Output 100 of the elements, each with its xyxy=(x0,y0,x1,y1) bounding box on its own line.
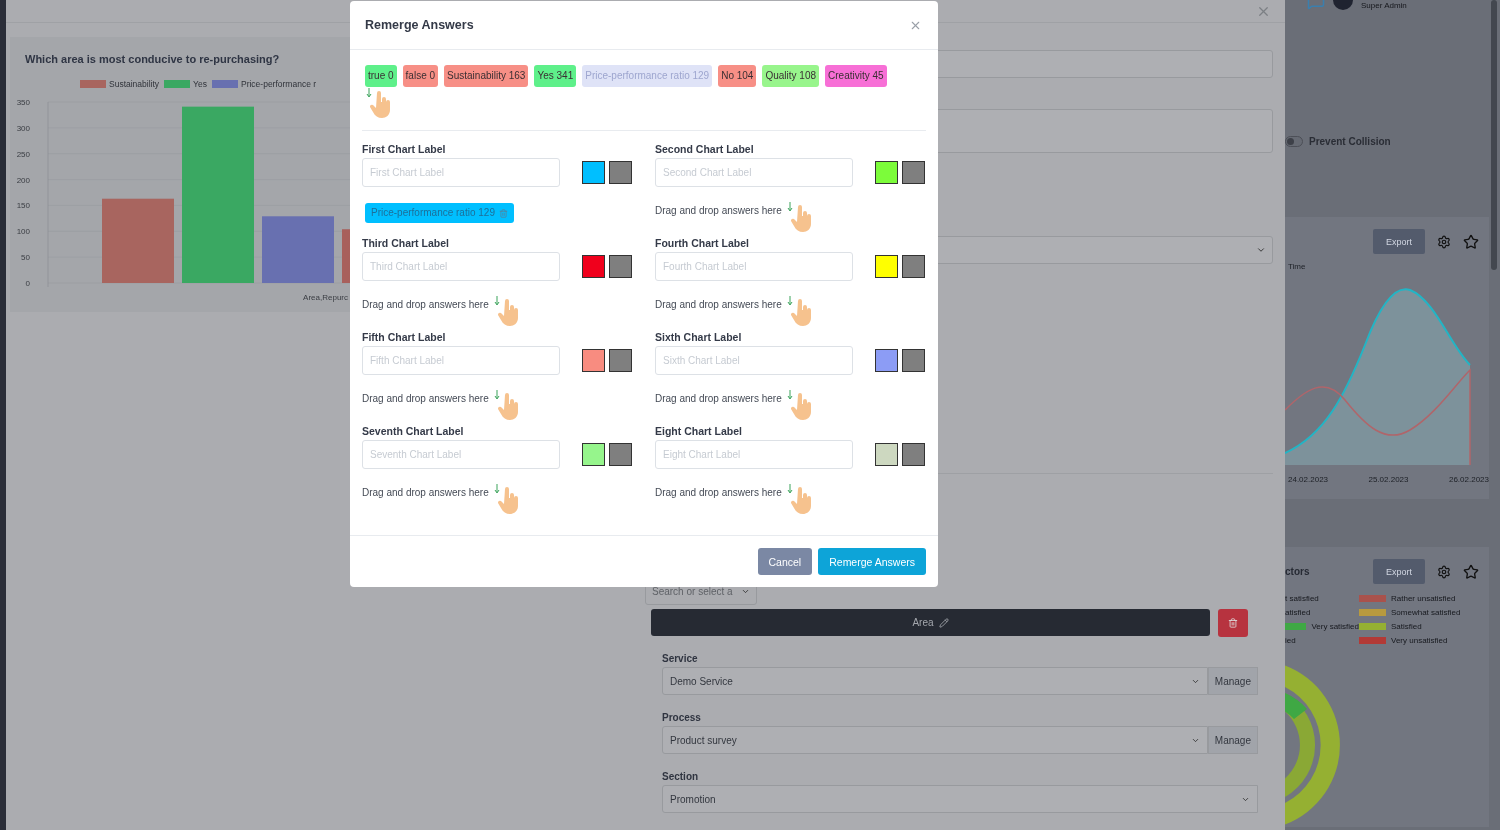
color-swatch[interactable] xyxy=(609,349,632,372)
legend-label: Very satisfied xyxy=(1311,622,1359,631)
color-swatch[interactable] xyxy=(582,349,605,372)
color-swatch[interactable] xyxy=(582,255,605,278)
axis-tick: 100 xyxy=(16,227,30,237)
select-field[interactable]: Promotion xyxy=(662,785,1258,813)
star-icon[interactable] xyxy=(1463,563,1479,580)
axis-tick: 350 xyxy=(16,98,30,107)
color-swatch[interactable] xyxy=(875,443,898,466)
chart-label-title: Eight Chart Label xyxy=(655,425,743,437)
card-title: ctors xyxy=(1285,566,1311,577)
drop-hint: Drag and drop answers here xyxy=(655,487,782,498)
answer-chip[interactable]: Creativity 45 xyxy=(825,65,887,87)
legend-label: Very unsatisfied xyxy=(1391,636,1448,645)
legend-label: Rather unsatisfied xyxy=(1391,594,1456,603)
legend-label: Yes xyxy=(193,79,207,89)
label-input[interactable]: Third Chart Label xyxy=(362,252,560,281)
drop-hint: Drag and drop answers here xyxy=(655,393,782,404)
axis-tick: 300 xyxy=(16,123,30,133)
legend-label: atisfied xyxy=(1285,608,1311,617)
trash-icon[interactable] xyxy=(498,208,508,218)
select-value: Demo Service xyxy=(670,675,733,687)
field-label: Section xyxy=(662,771,700,782)
star-icon[interactable] xyxy=(1463,233,1479,250)
color-swatch[interactable] xyxy=(902,255,925,278)
select-field[interactable]: Demo Service xyxy=(662,667,1208,695)
color-swatch[interactable] xyxy=(609,443,632,466)
legend-label: Satisfied xyxy=(1391,622,1422,631)
color-swatch[interactable] xyxy=(609,161,632,184)
answer-chip[interactable]: No 104 xyxy=(718,65,757,87)
scrollbar[interactable] xyxy=(1491,0,1497,270)
chart-label-title: Sixth Chart Label xyxy=(655,331,743,343)
user-role: Super Admin xyxy=(1361,1,1407,10)
drop-hint: Drag and drop answers here xyxy=(655,299,782,310)
chart-label-title: Seventh Chart Label xyxy=(362,425,465,437)
field-label: Service xyxy=(662,653,699,664)
answer-chip[interactable]: Yes 341 xyxy=(534,65,577,87)
date-label: 26.02.2023 xyxy=(1448,475,1489,484)
select-value: Product survey xyxy=(670,734,737,746)
answer-chip[interactable]: Sustainability 163 xyxy=(444,65,529,87)
color-swatch[interactable] xyxy=(582,443,605,466)
field-label: Process xyxy=(662,712,702,723)
caret-icon xyxy=(1256,245,1266,255)
manage-button[interactable]: Manage xyxy=(1207,726,1258,754)
trash-icon xyxy=(1228,618,1238,628)
drop-hint: Drag and drop answers here xyxy=(362,393,489,404)
answer-chip[interactable]: Quality 108 xyxy=(762,65,819,87)
dialog-title: Remerge Answers xyxy=(365,18,474,32)
select-field[interactable]: Product survey xyxy=(662,726,1208,754)
export-button[interactable]: Export xyxy=(1373,229,1425,254)
color-swatch[interactable] xyxy=(875,255,898,278)
color-swatch[interactable] xyxy=(582,161,605,184)
chart-title: Which area is most conducive to re-purchasing? xyxy=(24,52,281,67)
manage-button[interactable]: Manage xyxy=(1207,667,1258,695)
area-label: Area xyxy=(912,617,934,628)
axis-label: Time xyxy=(1287,261,1307,273)
color-swatch[interactable] xyxy=(875,349,898,372)
label-input[interactable]: Sixth Chart Label xyxy=(655,346,853,375)
color-swatch[interactable] xyxy=(902,161,925,184)
select-value: Promotion xyxy=(670,793,716,805)
chart-label-title: First Chart Label xyxy=(362,143,447,155)
axis-tick: 50 xyxy=(21,253,30,263)
answer-chip[interactable]: true 0 xyxy=(365,65,397,87)
axis-tick: 150 xyxy=(16,201,30,211)
export-button[interactable]: Export xyxy=(1373,559,1425,584)
drop-hint: Drag and drop answers here xyxy=(362,487,489,498)
label-input[interactable]: Second Chart Label xyxy=(655,158,853,187)
axis-tick: 0 xyxy=(25,279,30,288)
delete-button[interactable] xyxy=(1218,609,1248,637)
legend-label: t satisfied xyxy=(1285,594,1319,603)
toggle-switch[interactable] xyxy=(1285,136,1303,147)
chart-label-title: Fourth Chart Label xyxy=(655,237,750,249)
drop-hint: Drag and drop answers here xyxy=(655,205,782,216)
cancel-button[interactable]: Cancel xyxy=(757,548,813,575)
color-swatch[interactable] xyxy=(902,349,925,372)
toggle-label: Prevent Collision xyxy=(1309,136,1391,147)
label-input[interactable]: Eight Chart Label xyxy=(655,440,853,469)
axis-tick: 200 xyxy=(16,175,30,185)
color-swatch[interactable] xyxy=(902,443,925,466)
date-label: 25.02.2023 xyxy=(1368,475,1409,484)
label-input[interactable]: Fourth Chart Label xyxy=(655,252,853,281)
color-swatch[interactable] xyxy=(609,255,632,278)
settings-icon[interactable] xyxy=(1437,564,1451,579)
settings-icon[interactable] xyxy=(1437,234,1451,249)
pencil-icon xyxy=(938,617,949,628)
axis-tick: 250 xyxy=(16,149,30,159)
label-input[interactable]: Seventh Chart Label xyxy=(362,440,560,469)
chart-label-title: Second Chart Label xyxy=(655,143,755,155)
answer-chip[interactable]: false 0 xyxy=(402,65,439,87)
legend-label: Sustainability xyxy=(109,79,160,89)
legend-label: ied xyxy=(1285,636,1296,645)
legend-label: Price-performance r xyxy=(240,79,317,89)
chart-label-title: Third Chart Label xyxy=(362,237,450,249)
drop-hint: Drag and drop answers here xyxy=(362,299,489,310)
date-label: 24.02.2023 xyxy=(1288,475,1329,484)
area-bar[interactable]: Area xyxy=(651,609,1210,636)
category-label: Area,Repurc xyxy=(303,293,348,302)
color-swatch[interactable] xyxy=(875,161,898,184)
caret-icon xyxy=(741,587,750,596)
legend-label: Somewhat satisfied xyxy=(1391,608,1461,617)
